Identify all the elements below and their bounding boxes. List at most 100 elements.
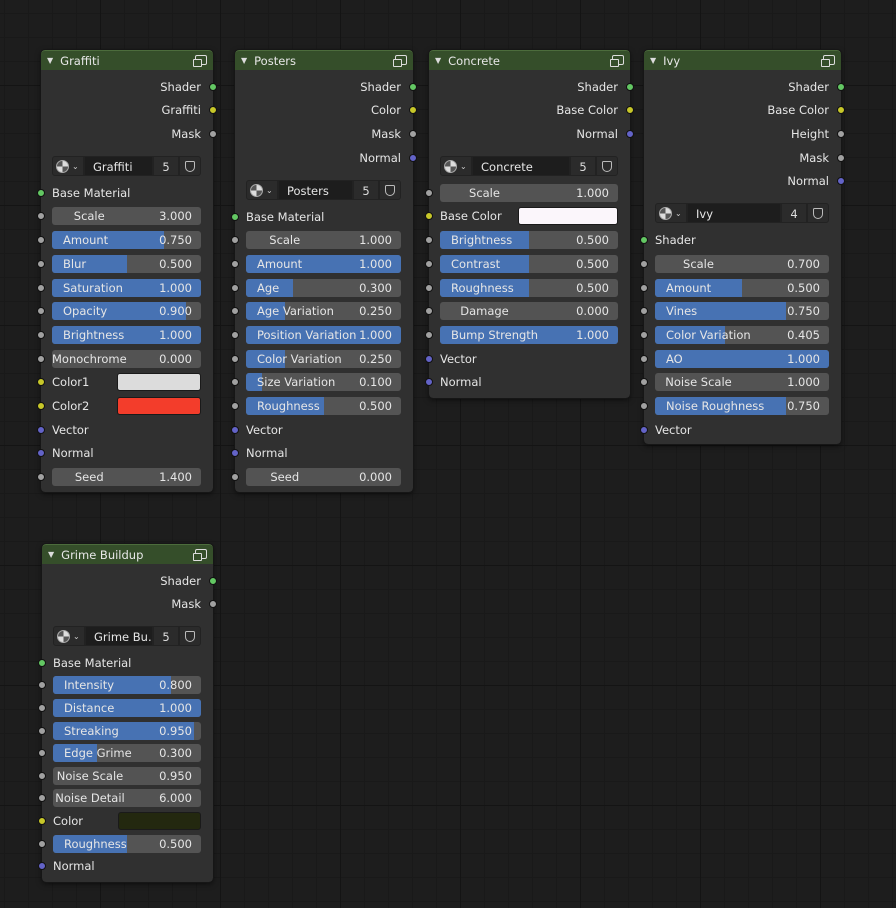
- material-name-field[interactable]: Concrete: [472, 156, 570, 176]
- output-socket-color[interactable]: [409, 106, 417, 114]
- slider-position-variation[interactable]: Position Variation 1.000: [246, 326, 401, 344]
- material-selector[interactable]: ⌄ Grime Bu... 5: [53, 626, 201, 646]
- slider-age[interactable]: Age 0.300: [246, 279, 401, 297]
- slider-amount[interactable]: Amount 1.000: [246, 255, 401, 273]
- material-browse-button[interactable]: ⌄: [52, 156, 84, 176]
- slider-streaking[interactable]: Streaking 0.950: [53, 722, 201, 740]
- slider-bump-strength[interactable]: Bump Strength 1.000: [440, 326, 618, 344]
- slider-saturation[interactable]: Saturation 1.000: [52, 279, 201, 297]
- input-socket-vector[interactable]: [425, 355, 433, 363]
- input-socket-brightness[interactable]: [37, 331, 45, 339]
- input-socket-color2[interactable]: [37, 402, 45, 410]
- material-selector[interactable]: ⌄ Concrete 5: [440, 156, 618, 176]
- color-swatch-color2[interactable]: [117, 397, 201, 415]
- material-users-count[interactable]: 5: [570, 156, 596, 176]
- collapse-arrow-icon[interactable]: ▼: [241, 56, 247, 65]
- material-name-field[interactable]: Posters: [278, 180, 353, 200]
- material-browse-button[interactable]: ⌄: [53, 626, 85, 646]
- output-socket-shader[interactable]: [209, 577, 217, 585]
- node-group-icon[interactable]: [393, 54, 407, 67]
- output-socket-mask[interactable]: [837, 154, 845, 162]
- input-socket-saturation[interactable]: [37, 284, 45, 292]
- slider-roughness[interactable]: Roughness 0.500: [440, 279, 618, 297]
- node-graffiti[interactable]: ▼ Graffiti Shader Graffiti Mask ⌄ Graffiti 5 Bas…: [37, 49, 217, 493]
- slider-roughness[interactable]: Roughness 0.500: [53, 835, 201, 853]
- color-swatch-color[interactable]: [118, 812, 201, 830]
- slider-scale[interactable]: Scale 1.000: [246, 231, 401, 249]
- node-header[interactable]: ▼ Ivy: [644, 50, 841, 70]
- input-socket-blur[interactable]: [37, 260, 45, 268]
- input-socket-edge-grime[interactable]: [38, 749, 46, 757]
- slider-color-variation[interactable]: Color Variation 0.405: [655, 326, 829, 344]
- input-socket-scale[interactable]: [37, 212, 45, 220]
- material-selector[interactable]: ⌄ Ivy 4: [655, 203, 829, 223]
- input-socket-color1[interactable]: [37, 378, 45, 386]
- slider-seed[interactable]: Seed 0.000: [246, 468, 401, 486]
- input-socket-age-variation[interactable]: [231, 307, 239, 315]
- slider-age-variation[interactable]: Age Variation 0.250: [246, 302, 401, 320]
- input-socket-scale[interactable]: [640, 260, 648, 268]
- slider-blur[interactable]: Blur 0.500: [52, 255, 201, 273]
- input-socket-vector[interactable]: [37, 426, 45, 434]
- output-socket-shader[interactable]: [209, 83, 217, 91]
- input-socket-seed[interactable]: [231, 473, 239, 481]
- input-socket-noise-roughness[interactable]: [640, 402, 648, 410]
- output-socket-base-color[interactable]: [837, 106, 845, 114]
- input-socket-color[interactable]: [38, 817, 46, 825]
- output-socket-mask[interactable]: [409, 130, 417, 138]
- slider-seed[interactable]: Seed 1.400: [52, 468, 201, 486]
- input-socket-vines[interactable]: [640, 307, 648, 315]
- slider-size-variation[interactable]: Size Variation 0.100: [246, 373, 401, 391]
- slider-vines[interactable]: Vines 0.750: [655, 302, 829, 320]
- material-browse-button[interactable]: ⌄: [440, 156, 472, 176]
- slider-amount[interactable]: Amount 0.750: [52, 231, 201, 249]
- output-socket-base-color[interactable]: [626, 106, 634, 114]
- input-socket-age[interactable]: [231, 284, 239, 292]
- output-socket-mask[interactable]: [209, 130, 217, 138]
- collapse-arrow-icon[interactable]: ▼: [435, 56, 441, 65]
- input-socket-scale[interactable]: [231, 236, 239, 244]
- material-browse-button[interactable]: ⌄: [655, 203, 687, 223]
- material-name-field[interactable]: Grime Bu...: [85, 626, 153, 646]
- input-socket-streaking[interactable]: [38, 727, 46, 735]
- input-socket-base-material[interactable]: [37, 189, 45, 197]
- node-ivy[interactable]: ▼ Ivy Shader Base Color Height Mask Normal ⌄ Ivy…: [640, 49, 845, 445]
- material-selector[interactable]: ⌄ Graffiti 5: [52, 156, 201, 176]
- input-socket-contrast[interactable]: [425, 260, 433, 268]
- material-users-count[interactable]: 5: [153, 626, 179, 646]
- input-socket-size-variation[interactable]: [231, 378, 239, 386]
- node-group-icon[interactable]: [610, 54, 624, 67]
- input-socket-normal[interactable]: [231, 449, 239, 457]
- material-name-field[interactable]: Graffiti: [84, 156, 153, 176]
- input-socket-color-variation[interactable]: [640, 331, 648, 339]
- slider-edge-grime[interactable]: Edge Grime 0.300: [53, 744, 201, 762]
- slider-brightness[interactable]: Brightness 0.500: [440, 231, 618, 249]
- input-socket-shader[interactable]: [640, 236, 648, 244]
- slider-opacity[interactable]: Opacity 0.900: [52, 302, 201, 320]
- slider-monochrome[interactable]: Monochrome 0.000: [52, 350, 201, 368]
- color-swatch-color1[interactable]: [117, 373, 201, 391]
- material-browse-button[interactable]: ⌄: [246, 180, 278, 200]
- node-group-icon[interactable]: [821, 54, 835, 67]
- input-socket-seed[interactable]: [37, 473, 45, 481]
- input-socket-amount[interactable]: [37, 236, 45, 244]
- slider-intensity[interactable]: Intensity 0.800: [53, 676, 201, 694]
- input-socket-base-material[interactable]: [231, 213, 239, 221]
- slider-scale[interactable]: Scale 1.000: [440, 184, 618, 202]
- input-socket-vector[interactable]: [640, 426, 648, 434]
- input-socket-normal[interactable]: [38, 862, 46, 870]
- output-socket-normal[interactable]: [409, 154, 417, 162]
- input-socket-monochrome[interactable]: [37, 355, 45, 363]
- output-socket-shader[interactable]: [409, 83, 417, 91]
- material-users-count[interactable]: 5: [153, 156, 179, 176]
- fake-user-button[interactable]: [379, 180, 401, 200]
- node-grime[interactable]: ▼ Grime Buildup Shader Mask ⌄ Grime Bu... 5 Bas…: [38, 543, 217, 883]
- input-socket-opacity[interactable]: [37, 307, 45, 315]
- slider-ao[interactable]: AO 1.000: [655, 350, 829, 368]
- input-socket-normal[interactable]: [425, 378, 433, 386]
- input-socket-bump-strength[interactable]: [425, 331, 433, 339]
- input-socket-intensity[interactable]: [38, 681, 46, 689]
- node-group-icon[interactable]: [193, 548, 207, 561]
- material-selector[interactable]: ⌄ Posters 5: [246, 180, 401, 200]
- collapse-arrow-icon[interactable]: ▼: [650, 56, 656, 65]
